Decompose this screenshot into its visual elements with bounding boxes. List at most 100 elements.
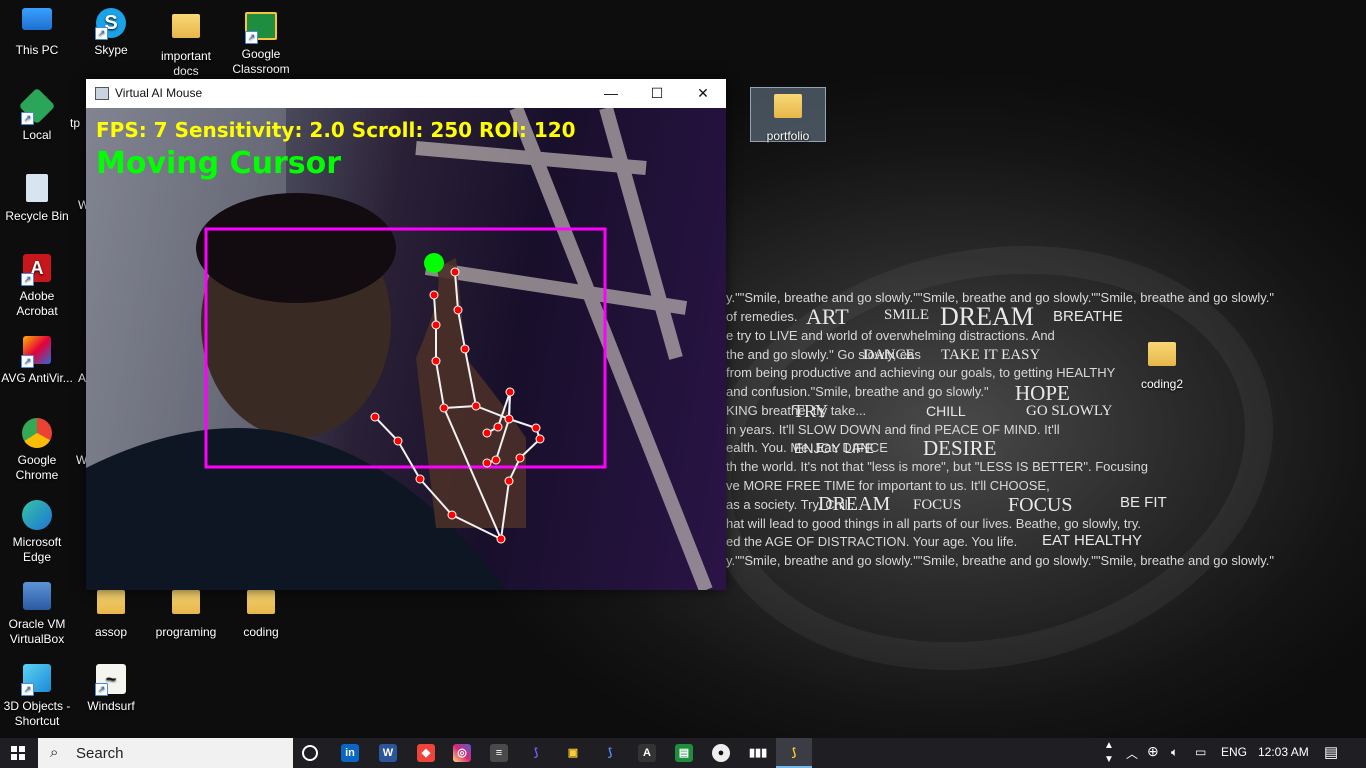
battery-icon[interactable]: ▭: [1195, 745, 1206, 759]
desktop-icon-important-docs[interactable]: important docs: [149, 8, 223, 79]
hand-connection: [443, 405, 477, 409]
wallpaper-word: CHILL: [926, 403, 966, 419]
desktop-icon-coding2[interactable]: coding2: [1125, 336, 1199, 392]
desktop-icon-coding[interactable]: coding: [224, 584, 298, 640]
desktop-icon-microsoft-edge[interactable]: Microsoft Edge: [0, 500, 74, 565]
wallpaper-word: TRY: [793, 401, 829, 421]
hand-landmark-point: [482, 428, 492, 438]
python-active-window-button[interactable]: ⟆: [776, 738, 812, 768]
hand-landmark-point: [431, 356, 441, 366]
hand-landmark-point: [471, 401, 481, 411]
windows-start-icon[interactable]: [11, 746, 25, 760]
icon-label: Adobe Acrobat: [16, 289, 58, 318]
minimize-button[interactable]: —: [588, 79, 634, 108]
chrome-icon: [21, 418, 53, 450]
volume-icon[interactable]: 🔈︎: [1171, 745, 1178, 760]
google-classroom-taskbar-icon[interactable]: ▤: [675, 744, 693, 762]
icon-label: Local: [22, 128, 52, 142]
audio-app-icon[interactable]: ▮▮▮: [749, 744, 767, 762]
icon-label: Oracle VM VirtualBox: [8, 617, 66, 646]
hand-connection: [435, 360, 445, 409]
desktop-icon-portfolio[interactable]: portfolio: [750, 87, 826, 143]
window-titlebar[interactable]: Virtual AI Mouse — ☐ ✕: [86, 79, 726, 108]
desktop-icon-virtualbox[interactable]: Oracle VM VirtualBox: [0, 582, 74, 647]
network-globe-icon[interactable]: ⊕: [1147, 743, 1159, 760]
virtual-ai-mouse-window[interactable]: Virtual AI Mouse — ☐ ✕ FPS: 7 Sensitivit…: [86, 79, 726, 590]
python-icon[interactable]: ⟆: [601, 744, 619, 762]
icon-label: assop: [94, 625, 128, 639]
close-button[interactable]: ✕: [680, 79, 726, 108]
desktop-icon-programing[interactable]: programing: [149, 584, 223, 640]
wallpaper-text: from being productive and achieving our …: [726, 365, 1116, 380]
tray-scroll-arrows[interactable]: ▲ ▼: [1104, 739, 1114, 767]
desktop-icon-adobe-acrobat[interactable]: A ↗ Adobe Acrobat: [0, 254, 74, 319]
wallpaper-text: in years. It'll SLOW DOWN and find PEACE…: [726, 422, 1060, 437]
instagram-icon[interactable]: ◎: [453, 744, 471, 762]
desktop-icon-assop[interactable]: assop: [74, 584, 148, 640]
python-window-icon: ⟆: [791, 747, 797, 759]
desktop-icon-local[interactable]: ↗ Local: [0, 87, 74, 143]
icon-label: Skype: [94, 43, 128, 57]
desktop-icon-windsurf[interactable]: ~ ↗ Windsurf: [74, 664, 148, 714]
folder-icon: [95, 590, 127, 622]
clock-time[interactable]: 12:03 AM: [1258, 745, 1309, 759]
maximize-button[interactable]: ☐: [634, 79, 680, 108]
hand-landmark-point: [496, 534, 506, 544]
hand-landmark-point: [491, 455, 501, 465]
desktop-icon-recycle-bin[interactable]: Recycle Bin: [0, 172, 74, 224]
folder-icon: [170, 590, 202, 622]
wallpaper-word: DREAM: [818, 493, 891, 515]
wallpaper-text: hat will lead to good things in all part…: [726, 516, 1142, 531]
hand-connection: [374, 416, 399, 442]
folder-icon: [1146, 342, 1178, 374]
task-view-icon[interactable]: [302, 745, 318, 761]
icon-label: Windsurf: [87, 699, 135, 713]
shortcut-app-icon[interactable]: ▣: [564, 744, 582, 762]
language-indicator[interactable]: ENG: [1221, 745, 1247, 759]
desktop-icon-skype[interactable]: S ↗ Skype: [74, 8, 148, 58]
cursor-pointer-dot: [424, 253, 444, 273]
mode-overlay: Moving Cursor: [96, 146, 342, 181]
desktop-icon-google-classroom[interactable]: ↗ Google Classroom: [224, 8, 298, 77]
stats-overlay: FPS: 7 Sensitivity: 2.0 Scroll: 250 ROI:…: [96, 118, 576, 142]
word-icon[interactable]: W: [379, 744, 397, 762]
avg-icon: ↗: [21, 336, 53, 368]
desktop-icon-avg-antivirus[interactable]: ↗ AVG AntiVir...: [0, 336, 74, 386]
wallpaper-word: DREAM: [940, 302, 1034, 331]
show-hidden-icons-chevron-up-icon[interactable]: ︿: [1126, 745, 1138, 762]
wallpaper-text: y.""Smile, breathe and go slowly.""Smile…: [726, 290, 1274, 305]
hand-landmark-point: [447, 510, 457, 520]
icon-label: coding: [243, 625, 279, 639]
wallpaper-text: e try to LIVE and world of overwhelming …: [726, 328, 1055, 343]
taskbar: ⌕ Search in W ◆ ◎ ≡ ⟆ ▣ ⟆ A ▤ ● ▮▮▮ ⟆ ▲ ▼…: [0, 738, 1366, 768]
desktop-icon-google-chrome[interactable]: Google Chrome: [0, 418, 74, 483]
linkedin-icon[interactable]: in: [341, 744, 359, 762]
hand-landmark-point: [493, 422, 503, 432]
obs-icon[interactable]: ●: [712, 744, 730, 762]
desktop-icon-this-pc[interactable]: This PC: [0, 8, 74, 58]
desktop-icon-3d-objects[interactable]: ↗ 3D Objects - Shortcut: [0, 664, 74, 729]
folder-icon: [245, 590, 277, 622]
virtualbox-icon: [21, 582, 53, 614]
notifications-icon[interactable]: ▤: [1324, 743, 1338, 761]
python-idle-icon[interactable]: ⟆: [527, 744, 545, 762]
hand-landmark-point: [531, 423, 541, 433]
font-app-icon[interactable]: A: [638, 744, 656, 762]
sublime-icon[interactable]: ≡: [490, 744, 508, 762]
anydesk-icon[interactable]: ◆: [417, 744, 435, 762]
hand-landmark-point: [505, 387, 515, 397]
hand-connection: [451, 514, 502, 540]
local-app-icon: ↗: [18, 87, 56, 125]
icon-label: coding2: [1140, 377, 1184, 391]
icon-label: Google Classroom: [232, 47, 290, 76]
icon-label: Google Chrome: [15, 453, 59, 482]
hand-landmark-point: [439, 403, 449, 413]
hand-landmark-point: [504, 476, 514, 486]
camera-feed: FPS: 7 Sensitivity: 2.0 Scroll: 250 ROI:…: [86, 108, 726, 590]
hand-connection: [454, 271, 459, 311]
taskbar-search-box[interactable]: ⌕ Search: [38, 738, 293, 768]
hand-connection: [433, 294, 437, 326]
hand-landmark-point: [453, 305, 463, 315]
wallpaper-text: y.""Smile, breathe and go slowly.""Smile…: [726, 553, 1274, 568]
search-placeholder: Search: [76, 745, 124, 762]
